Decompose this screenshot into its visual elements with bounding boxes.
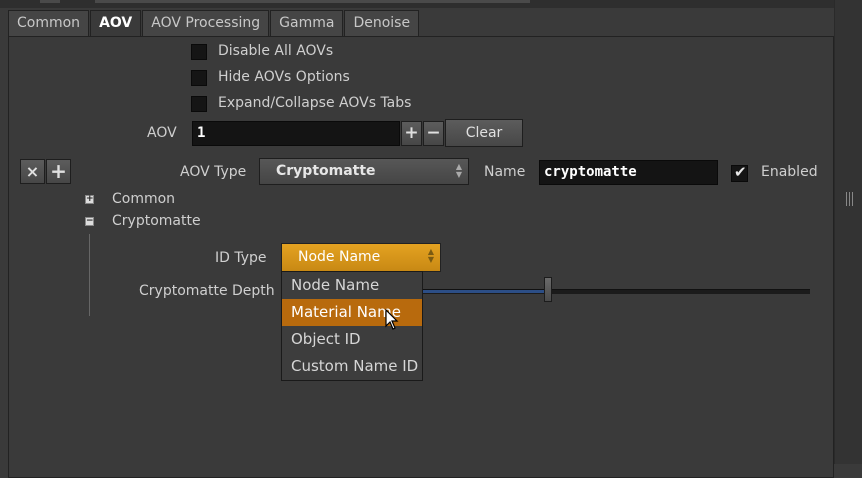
slider-fill	[423, 290, 548, 293]
add-entry-button[interactable]: +	[46, 159, 71, 184]
id-type-dropdown[interactable]: Node Name ▲ ▼	[281, 243, 441, 272]
expand-collapse-label: Expand/Collapse AOVs Tabs	[218, 95, 412, 111]
id-type-label: ID Type	[215, 250, 267, 266]
hide-aovs-options-label: Hide AOVs Options	[218, 69, 350, 85]
menu-item-custom-name-id[interactable]: Custom Name ID	[282, 353, 422, 380]
tab-common[interactable]: Common	[8, 10, 90, 36]
tree-cryptomatte[interactable]: Cryptomatte	[112, 213, 201, 229]
tab-aov-processing[interactable]: AOV Processing	[142, 10, 270, 36]
cryptomatte-depth-handle[interactable]	[544, 277, 552, 302]
dropdown-arrows-icon: ▲ ▼	[427, 247, 434, 264]
menu-item-node-name[interactable]: Node Name	[282, 272, 422, 299]
hide-aovs-options-checkbox[interactable]	[191, 70, 207, 86]
aov-add-button[interactable]: +	[401, 121, 422, 146]
dropdown-arrows-icon: ▲ ▼	[455, 162, 462, 179]
menu-item-material-name[interactable]: Material Name	[282, 299, 422, 326]
cryptomatte-depth-slider[interactable]	[423, 289, 810, 294]
tree-common[interactable]: Common	[112, 191, 175, 207]
mouse-cursor-icon	[385, 309, 399, 330]
top-strip	[0, 0, 862, 8]
remove-entry-button[interactable]: ×	[20, 159, 45, 184]
enabled-label: Enabled	[761, 164, 818, 180]
disable-all-aovs-label: Disable All AOVs	[218, 43, 334, 59]
id-type-menu: Node Name Material Name Object ID Custom…	[281, 271, 423, 381]
expand-collapse-checkbox[interactable]	[191, 96, 207, 112]
name-label: Name	[484, 164, 526, 180]
aov-label: AOV	[147, 125, 177, 141]
enabled-checkbox[interactable]: ✔	[731, 163, 748, 182]
aov-type-label: AOV Type	[180, 164, 247, 180]
aov-type-dropdown[interactable]: Cryptomatte ▲ ▼	[259, 158, 469, 185]
top-strip-segment	[40, 0, 60, 3]
collapse-minus-icon[interactable]: −	[85, 217, 94, 226]
aov-count-field[interactable]: 1	[192, 121, 400, 146]
aov-type-value: Cryptomatte	[276, 163, 376, 179]
tree-guide-line	[89, 234, 90, 316]
name-field[interactable]: cryptomatte	[539, 160, 718, 185]
menu-item-object-id[interactable]: Object ID	[282, 326, 422, 353]
aov-remove-button[interactable]: −	[423, 121, 444, 146]
disable-all-aovs-checkbox[interactable]	[191, 44, 207, 60]
expand-plus-icon[interactable]: +	[85, 195, 94, 204]
tab-aov[interactable]: AOV	[90, 10, 142, 37]
top-strip-segment	[95, 0, 530, 3]
tab-gamma[interactable]: Gamma	[270, 10, 344, 36]
cryptomatte-depth-label: Cryptomatte Depth	[139, 283, 275, 299]
splitter-grip-icon[interactable]	[846, 192, 854, 206]
id-type-value: Node Name	[298, 249, 381, 265]
clear-button[interactable]: Clear	[445, 119, 523, 147]
tab-denoise[interactable]: Denoise	[344, 10, 420, 36]
scrollbar[interactable]	[834, 0, 862, 464]
checkmark-icon: ✔	[734, 163, 747, 181]
tab-bar: Common AOV AOV Processing Gamma Denoise	[8, 10, 420, 37]
